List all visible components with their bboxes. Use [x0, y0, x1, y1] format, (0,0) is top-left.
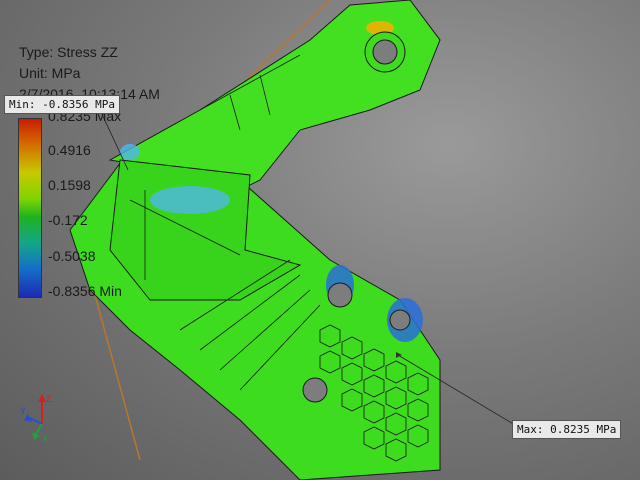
legend-label-2: 0.4916 [48, 142, 91, 158]
result-type: Type: Stress ZZ [19, 44, 118, 60]
legend-label-min: -0.8356 Min [48, 283, 122, 299]
result-unit: Unit: MPa [19, 65, 81, 81]
triad-x-label: X [42, 434, 48, 444]
legend-label-3: 0.1598 [48, 177, 91, 193]
triad-z-label: Z [46, 394, 52, 404]
legend-label-4: -0.172 [48, 212, 88, 228]
min-callout[interactable]: Min: -0.8356 MPa [4, 95, 120, 114]
axis-triad-icon: Z Y X [20, 394, 52, 444]
legend-label-5: -0.5038 [48, 248, 96, 264]
max-callout[interactable]: Max: 0.8235 MPa [512, 420, 622, 439]
legend-color-bar [18, 118, 42, 298]
triad-y-label: Y [20, 406, 26, 416]
